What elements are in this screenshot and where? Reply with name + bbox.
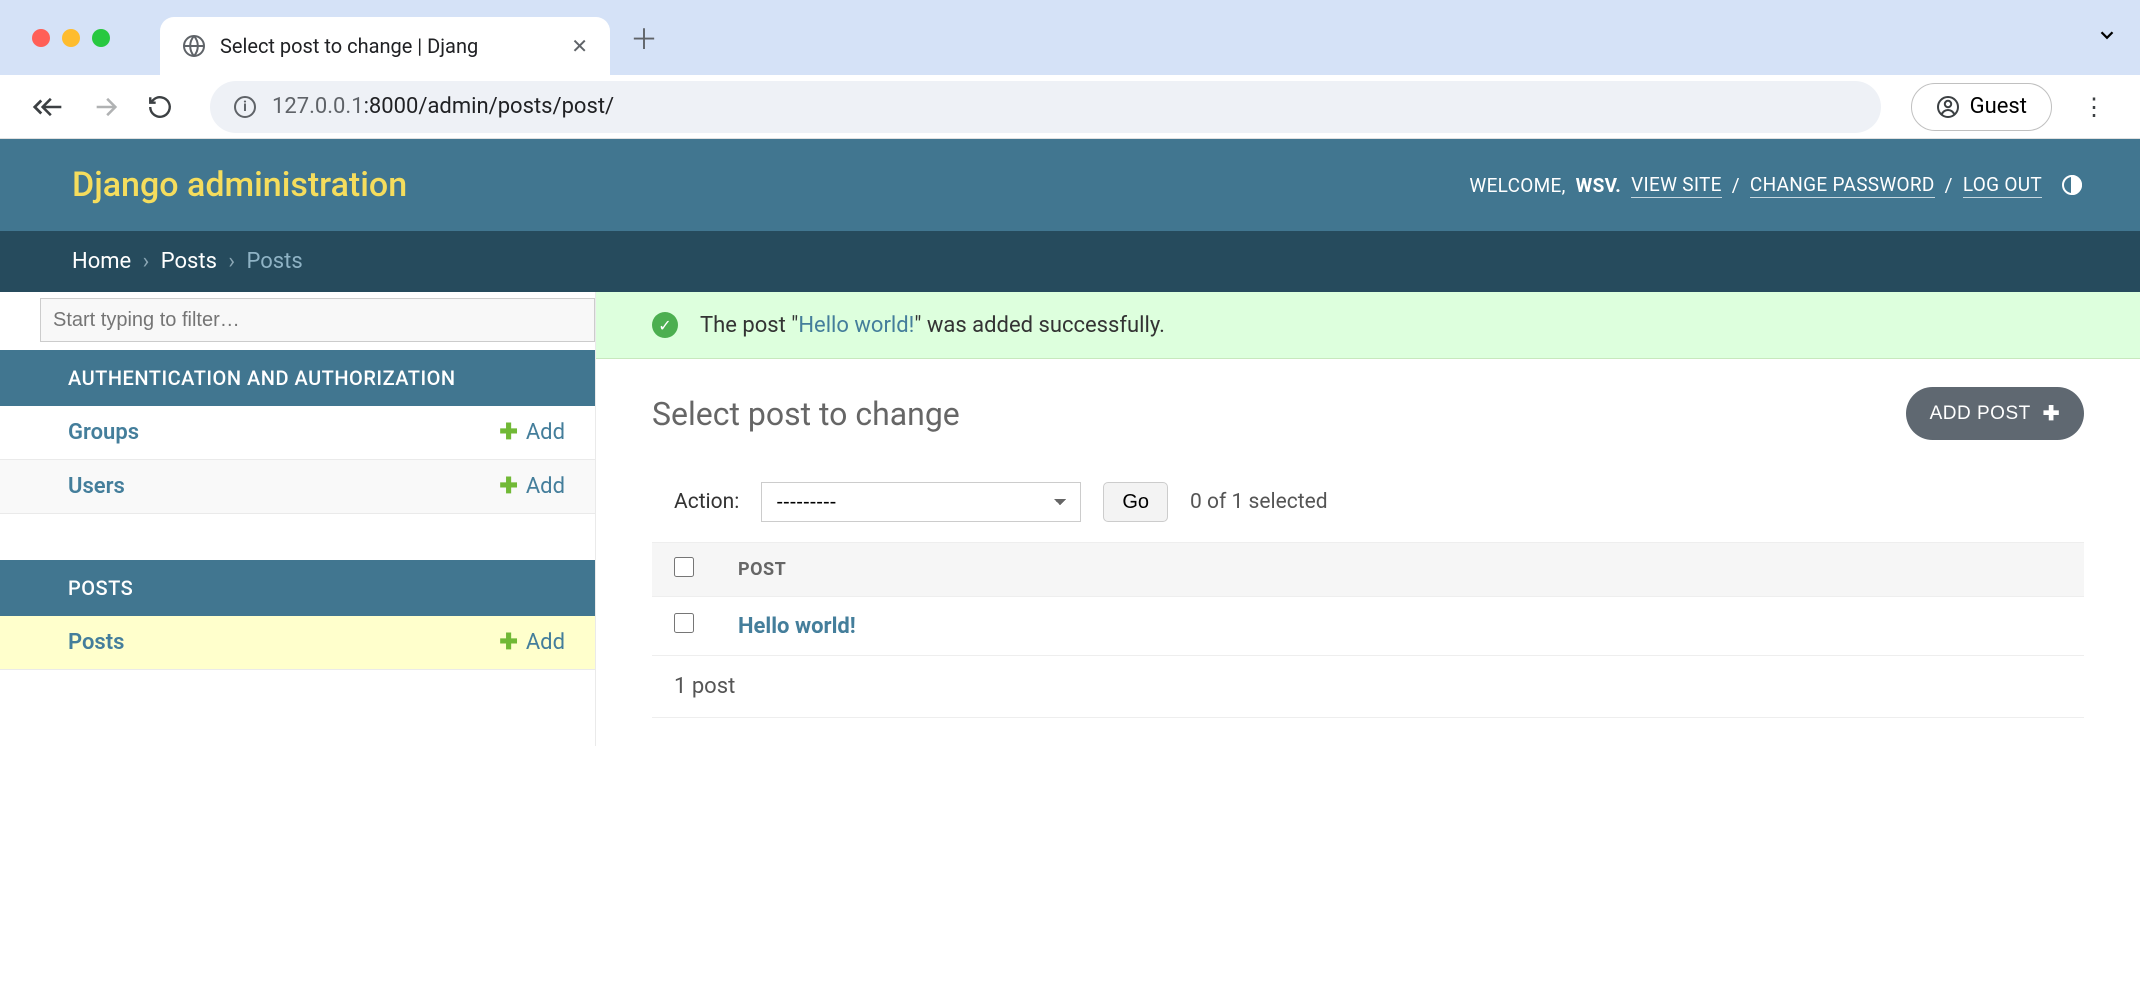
add-post-button[interactable]: ADD POST ✚ bbox=[1906, 387, 2084, 440]
plus-icon: ✚ bbox=[499, 474, 517, 499]
sidebar-filter-input[interactable] bbox=[40, 298, 595, 342]
minimize-window-button[interactable] bbox=[62, 29, 80, 47]
chevron-right-icon: › bbox=[222, 249, 241, 274]
add-link-users[interactable]: ✚Add bbox=[499, 474, 565, 499]
chevron-right-icon: › bbox=[137, 249, 156, 274]
site-info-icon[interactable]: i bbox=[234, 96, 256, 118]
breadcrumb-app[interactable]: Posts bbox=[161, 249, 217, 274]
theme-toggle-icon[interactable] bbox=[2060, 173, 2084, 197]
url-text: 127.0.0.1:8000/admin/posts/post/ bbox=[272, 94, 614, 119]
reload-button[interactable] bbox=[140, 87, 180, 127]
site-title[interactable]: Django administration bbox=[72, 165, 407, 205]
sidebar-item-groups: Groups ✚Add bbox=[0, 406, 595, 460]
main-content: ✓ The post "Hello world!" was added succ… bbox=[596, 292, 2140, 746]
tab-title: Select post to change | Djang bbox=[220, 34, 478, 58]
sidebar: AUTHENTICATION AND AUTHORIZATION Groups … bbox=[0, 292, 596, 746]
back-button-real[interactable] bbox=[32, 87, 72, 127]
username: WSV. bbox=[1576, 174, 1621, 197]
sidebar-item-posts: Posts ✚Add bbox=[0, 616, 595, 670]
browser-menu-icon[interactable]: ⋮ bbox=[2066, 93, 2122, 121]
breadcrumb: Home › Posts › Posts bbox=[0, 231, 2140, 292]
paginator: 1 post bbox=[652, 656, 2084, 718]
browser-tab[interactable]: Select post to change | Djang ✕ bbox=[160, 17, 610, 75]
actions-bar: Action: --------- Go 0 of 1 selected bbox=[652, 468, 2084, 536]
profile-label: Guest bbox=[1970, 94, 2027, 119]
action-label: Action: bbox=[674, 490, 739, 514]
check-icon: ✓ bbox=[652, 312, 678, 338]
plus-icon: ✚ bbox=[499, 630, 517, 655]
fullscreen-window-button[interactable] bbox=[92, 29, 110, 47]
django-header: Django administration WELCOME, WSV. VIEW… bbox=[0, 139, 2140, 231]
model-link-groups[interactable]: Groups bbox=[68, 420, 139, 445]
app-caption-auth[interactable]: AUTHENTICATION AND AUTHORIZATION bbox=[0, 350, 595, 406]
selection-count: 0 of 1 selected bbox=[1190, 490, 1328, 514]
action-select[interactable]: --------- bbox=[761, 482, 1081, 522]
close-tab-icon[interactable]: ✕ bbox=[571, 34, 588, 58]
close-window-button[interactable] bbox=[32, 29, 50, 47]
view-site-link[interactable]: VIEW SITE bbox=[1631, 173, 1722, 198]
profile-button[interactable]: Guest bbox=[1911, 83, 2052, 131]
page-title: Select post to change bbox=[652, 395, 960, 433]
sidebar-item-users: Users ✚Add bbox=[0, 460, 595, 514]
select-all-checkbox[interactable] bbox=[674, 557, 694, 577]
browser-toolbar: i 127.0.0.1:8000/admin/posts/post/ Guest… bbox=[0, 75, 2140, 139]
logout-link[interactable]: LOG OUT bbox=[1963, 173, 2042, 198]
breadcrumb-current: Posts bbox=[247, 249, 303, 274]
message-object-link[interactable]: Hello world! bbox=[798, 313, 914, 338]
add-link-groups[interactable]: ✚Add bbox=[499, 420, 565, 445]
breadcrumb-home[interactable]: Home bbox=[72, 249, 131, 274]
welcome-text: WELCOME, bbox=[1469, 174, 1565, 197]
add-link-posts[interactable]: ✚Add bbox=[499, 630, 565, 655]
globe-icon bbox=[182, 34, 206, 58]
select-all-header bbox=[652, 543, 716, 597]
address-bar[interactable]: i 127.0.0.1:8000/admin/posts/post/ bbox=[210, 81, 1881, 133]
change-password-link[interactable]: CHANGE PASSWORD bbox=[1750, 173, 1935, 198]
user-icon bbox=[1936, 95, 1960, 119]
app-caption-posts[interactable]: POSTS bbox=[0, 560, 595, 616]
plus-icon: ✚ bbox=[2043, 401, 2060, 426]
user-tools: WELCOME, WSV. VIEW SITE / CHANGE PASSWOR… bbox=[1469, 173, 2084, 198]
model-link-users[interactable]: Users bbox=[68, 474, 125, 499]
column-header-post[interactable]: POST bbox=[716, 543, 2084, 597]
results-table: POST Hello world! bbox=[652, 542, 2084, 656]
model-link-posts[interactable]: Posts bbox=[68, 630, 124, 655]
new-tab-button[interactable]: ＋ bbox=[630, 18, 658, 58]
row-checkbox[interactable] bbox=[674, 613, 694, 633]
window-controls bbox=[0, 29, 110, 47]
row-link[interactable]: Hello world! bbox=[738, 614, 856, 639]
table-row: Hello world! bbox=[652, 597, 2084, 656]
browser-tab-strip: Select post to change | Djang ✕ ＋ bbox=[0, 0, 2140, 75]
tabs-chevron-icon[interactable] bbox=[2096, 24, 2118, 50]
plus-icon: ✚ bbox=[499, 420, 517, 445]
success-message: ✓ The post "Hello world!" was added succ… bbox=[596, 292, 2140, 359]
go-button[interactable]: Go bbox=[1103, 482, 1168, 522]
forward-button[interactable] bbox=[86, 87, 126, 127]
